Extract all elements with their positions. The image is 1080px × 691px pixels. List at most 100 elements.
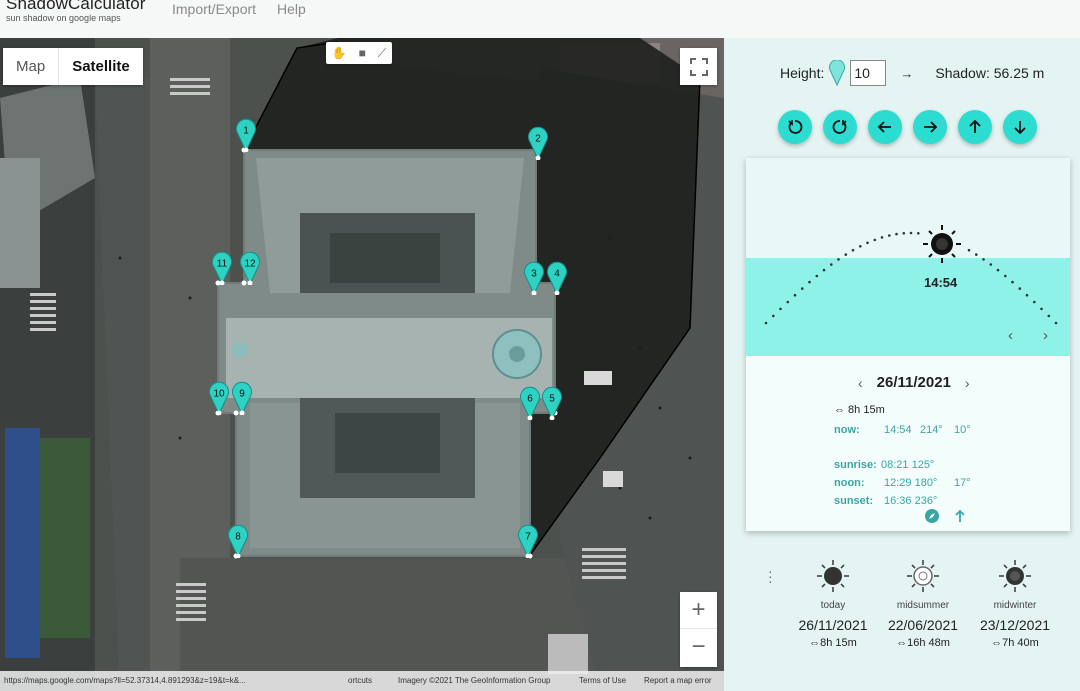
- map-marker[interactable]: 6: [519, 386, 541, 421]
- now-altitude: 10°: [954, 424, 971, 436]
- square-icon[interactable]: ■: [359, 46, 366, 60]
- height-input[interactable]: 10: [850, 60, 887, 86]
- time-next-button[interactable]: ›: [1043, 327, 1048, 344]
- sun-midsummer-icon: [907, 560, 939, 592]
- sunrise-row: sunrise: 08:21 125°: [834, 459, 934, 471]
- map-url: https://maps.google.com/maps?ll=52.37314…: [4, 676, 246, 685]
- now-azimuth: 214°: [920, 424, 943, 436]
- svg-text:3: 3: [531, 269, 537, 280]
- side-panel: Height: 10 → Shadow: 56.25 m 14:54 ‹ › ‹…: [724, 38, 1080, 691]
- map-marker[interactable]: 7: [517, 524, 539, 559]
- svg-text:8: 8: [235, 532, 241, 543]
- sun-midwinter-icon: [999, 560, 1031, 592]
- sun-icon: [923, 225, 961, 263]
- move-left-button[interactable]: [868, 110, 902, 144]
- rotate-left-icon: [788, 120, 803, 134]
- sunset-value: 16:36 236°: [884, 495, 938, 507]
- preset-midsummer[interactable]: midsummer 22/06/2021 ⇔16h 48m: [878, 559, 968, 649]
- map-type-satellite-button[interactable]: Satellite: [58, 48, 143, 85]
- date-presets: · · · today 26/11/2021 ⇔8h 15m midsummer 22/06…: [724, 553, 1080, 691]
- date-next-button[interactable]: ›: [965, 375, 970, 391]
- svg-text:5: 5: [549, 394, 555, 405]
- map-marker[interactable]: 12: [239, 251, 261, 286]
- top-bar: ShadowCalculator sun shadow on google ma…: [0, 0, 1080, 38]
- sun-path-arc: [764, 225, 1058, 325]
- zoom-out-button[interactable]: −: [680, 629, 717, 666]
- time-prev-button[interactable]: ‹: [1008, 327, 1013, 344]
- preset-date: 22/06/2021: [887, 617, 959, 633]
- map-footer: https://maps.google.com/maps?ll=52.37314…: [0, 671, 724, 691]
- preset-label: midwinter: [993, 600, 1037, 611]
- rotate-right-icon: [832, 120, 847, 134]
- shadow-length: Shadow: 56.25 m: [935, 65, 1045, 81]
- current-date[interactable]: 26/11/2021: [877, 374, 951, 391]
- map-imagery: [0, 38, 724, 691]
- move-up-button[interactable]: [958, 110, 992, 144]
- preset-midwinter[interactable]: midwinter 23/12/2021 ⇔7h 40m: [970, 559, 1060, 649]
- app-title: ShadowCalculator: [6, 0, 146, 13]
- now-time: 14:54: [884, 424, 912, 436]
- arrow-right-icon: [924, 121, 938, 133]
- sunrise-label: sunrise:: [834, 459, 877, 471]
- brand[interactable]: ShadowCalculator sun shadow on google ma…: [6, 0, 146, 23]
- sunset-row: sunset: 16:36 236°: [834, 495, 937, 507]
- arrow-left-icon: [877, 121, 891, 133]
- keyboard-shortcuts-link[interactable]: ortcuts: [348, 671, 372, 691]
- fullscreen-icon: [689, 57, 708, 76]
- nav-import-export[interactable]: Import/Export: [172, 1, 256, 17]
- nav-help[interactable]: Help: [277, 1, 306, 17]
- svg-text:1: 1: [243, 126, 249, 137]
- svg-text:2: 2: [535, 134, 541, 145]
- map-marker[interactable]: 4: [546, 261, 568, 296]
- sun-path-card: 14:54 ‹ › ‹ 26/11/2021 › ⇔ 8h 15m now: 1…: [746, 158, 1070, 531]
- terms-link[interactable]: Terms of Use: [579, 671, 626, 691]
- preset-day-length: ⇔7h 40m: [991, 637, 1039, 649]
- current-time: 14:54: [924, 275, 958, 290]
- map-marker[interactable]: 3: [523, 261, 545, 296]
- move-right-button[interactable]: [913, 110, 947, 144]
- now-row: now: 14:54 214° 10°: [834, 424, 971, 436]
- svg-text:10: 10: [213, 389, 225, 400]
- arrow-separator: →: [900, 65, 914, 81]
- map-type-map-button[interactable]: Map: [3, 48, 58, 85]
- rotate-left-button[interactable]: [778, 110, 812, 144]
- hand-icon[interactable]: ✋: [332, 46, 347, 60]
- day-length: ⇔ 8h 15m: [834, 404, 885, 416]
- arrow-down-icon: [1014, 121, 1026, 135]
- satellite-map[interactable]: 1 2 3 4 5 6 7 8 9 10 11 12 Map Satellite ✋ ■ ⟋ + − …: [0, 38, 724, 691]
- map-marker[interactable]: 11: [211, 251, 233, 286]
- zoom-in-button[interactable]: +: [680, 592, 717, 629]
- card-icons: [924, 508, 968, 524]
- map-marker[interactable]: 2: [527, 126, 549, 161]
- map-type-control: Map Satellite: [3, 48, 143, 85]
- svg-text:11: 11: [217, 259, 228, 270]
- map-marker[interactable]: 10: [208, 381, 230, 416]
- sunrise-value: 08:21 125°: [881, 459, 935, 471]
- pin-icon: [829, 60, 846, 86]
- preset-today[interactable]: today 26/11/2021 ⇔8h 15m: [788, 559, 878, 649]
- preset-day-length: ⇔16h 48m: [896, 637, 950, 649]
- date-selector: ‹ 26/11/2021 ›: [844, 374, 984, 391]
- map-marker[interactable]: 5: [541, 386, 563, 421]
- noon-row: noon: 12:29 180° 17°: [834, 477, 971, 489]
- north-arrow-icon[interactable]: [952, 508, 968, 524]
- drawing-tools: ✋ ■ ⟋: [326, 42, 392, 64]
- more-options-icon[interactable]: · · ·: [768, 564, 773, 588]
- preset-label: midsummer: [896, 600, 950, 611]
- rotate-right-button[interactable]: [823, 110, 857, 144]
- map-marker[interactable]: 8: [227, 524, 249, 559]
- preset-date: 26/11/2021: [798, 617, 868, 633]
- control-buttons: [778, 110, 1048, 144]
- compass-icon[interactable]: [924, 508, 940, 524]
- polyline-icon[interactable]: ⟋: [378, 46, 386, 61]
- height-label: Height:: [780, 65, 825, 81]
- sun-today-icon: [817, 560, 849, 592]
- move-down-button[interactable]: [1003, 110, 1037, 144]
- now-label: now:: [834, 424, 860, 436]
- map-marker[interactable]: 9: [231, 381, 253, 416]
- report-error-link[interactable]: Report a map error: [644, 671, 712, 691]
- imagery-attribution: Imagery ©2021 The GeoInformation Group: [398, 676, 551, 685]
- date-prev-button[interactable]: ‹: [858, 375, 863, 391]
- fullscreen-button[interactable]: [680, 48, 717, 85]
- map-marker[interactable]: 1: [235, 118, 257, 153]
